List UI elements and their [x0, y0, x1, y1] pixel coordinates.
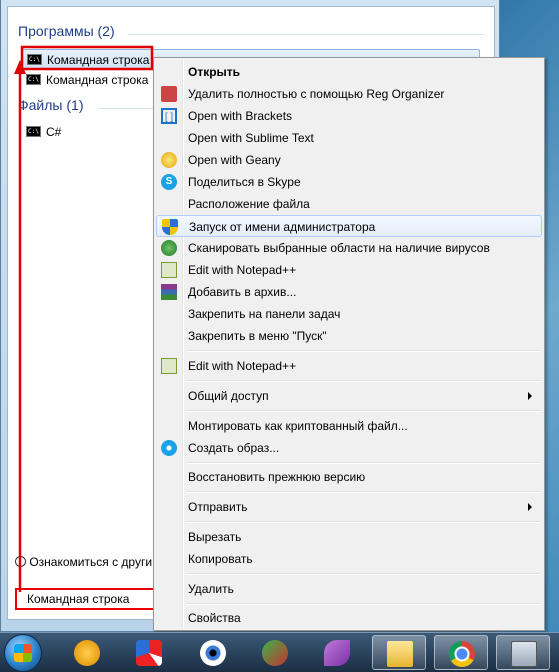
taskbar-calculator[interactable] [496, 635, 550, 670]
feather-app-icon [324, 640, 350, 666]
menu-item-label: Open with Brackets [188, 109, 293, 123]
vector-app-icon [262, 640, 288, 666]
menu-item-label: Восстановить прежнюю версию [188, 470, 366, 484]
menu-item-pin-start[interactable]: Закрепить в меню "Пуск" [156, 325, 542, 347]
menu-item-label: Закрепить на панели задач [188, 307, 341, 321]
menu-separator [186, 380, 540, 382]
calculator-icon [511, 641, 537, 667]
skype-icon: S [161, 174, 177, 190]
menu-separator [186, 603, 540, 605]
menu-item-properties[interactable]: Свойства [156, 607, 542, 629]
menu-item-send-to[interactable]: Отправить [156, 496, 542, 518]
taskbar-aimp[interactable] [60, 635, 114, 670]
taskbar-paint[interactable] [122, 635, 176, 670]
menu-item-label: Расположение файла [188, 197, 310, 211]
menu-item-share[interactable]: Общий доступ [156, 385, 542, 407]
menu-separator [186, 491, 540, 493]
menu-separator [186, 350, 540, 352]
menu-item-label: Поделиться в Skype [188, 175, 301, 189]
menu-item-label: Удалить [188, 582, 234, 596]
menu-item-cut[interactable]: Вырезать [156, 526, 542, 548]
menu-item-label: Отправить [188, 500, 248, 514]
taskbar-vector-app[interactable] [248, 635, 302, 670]
menu-item-label: Общий доступ [188, 389, 269, 403]
menu-item-open-with-sublime[interactable]: Open with Sublime Text [156, 127, 542, 149]
reg-organizer-icon [161, 86, 177, 102]
highlight-box-program [20, 45, 154, 71]
menu-item-edit-notepadpp-2[interactable]: Edit with Notepad++ [156, 355, 542, 377]
menu-item-open-with-brackets[interactable]: [ ] Open with Brackets [156, 105, 542, 127]
menu-separator [186, 462, 540, 464]
menu-item-create-image[interactable]: Создать образ... [156, 437, 542, 459]
taskbar-chrome[interactable] [434, 635, 488, 670]
chrome-icon [449, 641, 475, 667]
menu-item-reg-organizer-uninstall[interactable]: Удалить полностью с помощью Reg Organize… [156, 83, 542, 105]
menu-item-label: Сканировать выбранные области на наличие… [188, 241, 490, 255]
menu-item-label: Копировать [188, 552, 253, 566]
menu-item-file-location[interactable]: Расположение файла [156, 193, 542, 215]
menu-item-label: Монтировать как криптованный файл... [188, 419, 408, 433]
menu-item-run-as-admin[interactable]: Запуск от имени администратора [156, 215, 542, 237]
context-menu: Открыть Удалить полностью с помощью Reg … [153, 57, 545, 631]
menu-item-label: Свойства [188, 611, 241, 625]
menu-item-label: Open with Sublime Text [188, 131, 314, 145]
disc-image-icon [161, 440, 177, 456]
taskbar-file-explorer[interactable] [372, 635, 426, 670]
file-explorer-icon [387, 641, 413, 667]
brackets-icon: [ ] [161, 108, 177, 124]
notepadpp-icon [161, 358, 177, 374]
geany-icon [161, 152, 177, 168]
notepadpp-icon [161, 262, 177, 278]
submenu-arrow-icon [528, 503, 532, 511]
menu-item-open[interactable]: Открыть [156, 61, 542, 83]
menu-item-pin-taskbar[interactable]: Закрепить на панели задач [156, 303, 542, 325]
menu-item-antivirus-scan[interactable]: Сканировать выбранные области на наличие… [156, 237, 542, 259]
start-orb-icon[interactable] [4, 634, 42, 672]
paint-icon [136, 640, 162, 666]
menu-separator [186, 573, 540, 575]
menu-item-add-to-archive[interactable]: Добавить в архив... [156, 281, 542, 303]
menu-item-label: Вырезать [188, 530, 242, 544]
menu-item-label: Удалить полностью с помощью Reg Organize… [188, 87, 445, 101]
eye-app-icon [200, 640, 226, 666]
antivirus-icon [161, 240, 177, 256]
menu-item-mount-crypt[interactable]: Монтировать как криптованный файл... [156, 415, 542, 437]
taskbar [0, 632, 559, 672]
taskbar-feather-app[interactable] [310, 635, 364, 670]
menu-item-open-with-geany[interactable]: Open with Geany [156, 149, 542, 171]
menu-item-label: Edit with Notepad++ [188, 359, 297, 373]
menu-item-edit-notepadpp-1[interactable]: Edit with Notepad++ [156, 259, 542, 281]
menu-item-label: Запуск от имени администратора [189, 220, 376, 234]
menu-item-label: Open with Geany [188, 153, 281, 167]
menu-item-share-skype[interactable]: S Поделиться в Skype [156, 171, 542, 193]
submenu-arrow-icon [528, 392, 532, 400]
menu-item-label: Создать образ... [188, 441, 280, 455]
menu-separator [186, 521, 540, 523]
menu-item-label: Открыть [188, 65, 241, 79]
taskbar-eye-app[interactable] [186, 635, 240, 670]
menu-item-copy[interactable]: Копировать [156, 548, 542, 570]
menu-item-label: Edit with Notepad++ [188, 263, 297, 277]
uac-shield-icon [162, 219, 178, 235]
winrar-icon [161, 284, 177, 300]
aimp-icon [74, 640, 100, 666]
arrow-up-head [14, 60, 26, 74]
menu-item-restore-previous[interactable]: Восстановить прежнюю версию [156, 466, 542, 488]
menu-item-delete[interactable]: Удалить [156, 578, 542, 600]
menu-separator [186, 410, 540, 412]
menu-item-label: Добавить в архив... [188, 285, 297, 299]
menu-item-label: Закрепить в меню "Пуск" [188, 329, 327, 343]
